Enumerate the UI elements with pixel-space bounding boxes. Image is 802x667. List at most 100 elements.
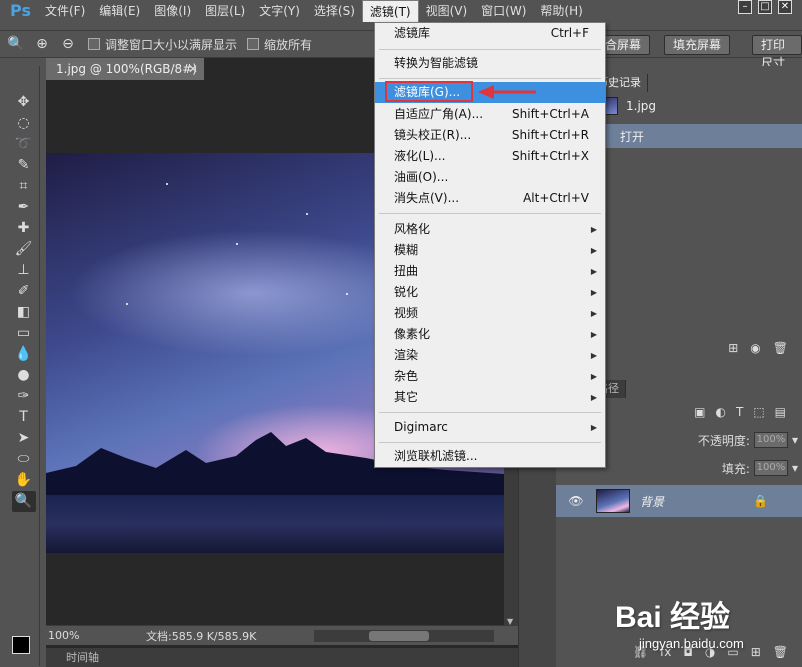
zoom-out-icon[interactable]: ⊖: [58, 34, 78, 54]
quick-select-tool-icon[interactable]: ✎: [12, 155, 36, 176]
menu-layer[interactable]: 图层(L): [198, 0, 252, 22]
minimize-icon[interactable]: –: [738, 0, 752, 14]
menu-item-label: 扭曲: [394, 264, 419, 278]
resize-windows-checkbox[interactable]: [88, 38, 100, 50]
zoom-tool-icon[interactable]: 🔍: [11, 491, 36, 512]
menu-item-convert-smart-filter[interactable]: 转换为智能滤镜: [375, 53, 605, 74]
hand-tool-icon[interactable]: ✋: [12, 470, 36, 491]
healing-tool-icon[interactable]: ✚: [12, 218, 36, 239]
zoom-all-label: 缩放所有: [264, 37, 313, 52]
zoom-all-checkbox[interactable]: [247, 38, 260, 50]
menu-separator: [379, 412, 601, 413]
menu-item-noise[interactable]: 杂色 ▶: [375, 366, 605, 387]
history-brush-tool-icon[interactable]: ✐: [12, 281, 36, 302]
menu-item-stylize[interactable]: 风格化 ▶: [375, 219, 605, 240]
menu-item-label: 杂色: [394, 369, 419, 383]
delete-layer-icon[interactable]: 🗑: [773, 642, 788, 662]
window-controls: – □ ✕: [738, 0, 792, 14]
eraser-tool-icon[interactable]: ◧: [12, 302, 36, 323]
path-select-tool-icon[interactable]: ➤: [12, 428, 36, 449]
eyedropper-tool-icon[interactable]: ✒: [12, 197, 36, 218]
menu-item-adaptive-wide-angle[interactable]: 自适应广角(A)... Shift+Ctrl+A: [375, 104, 605, 125]
menu-window[interactable]: 窗口(W): [474, 0, 533, 22]
menu-item-render[interactable]: 渲染 ▶: [375, 345, 605, 366]
foreground-color-swatch[interactable]: [12, 636, 30, 654]
menu-item-shortcut: Alt+Ctrl+V: [523, 191, 589, 205]
opacity-dropdown-icon[interactable]: ▾: [792, 433, 798, 447]
layer-thumbnail: [596, 489, 630, 513]
menu-item-pixelate[interactable]: 像素化 ▶: [375, 324, 605, 345]
menu-item-vanishing-point[interactable]: 消失点(V)... Alt+Ctrl+V: [375, 188, 605, 209]
menu-type[interactable]: 文字(Y): [252, 0, 307, 22]
submenu-arrow-icon: ▶: [590, 309, 597, 318]
menu-item-label: 油画(O)...: [394, 170, 449, 184]
adjustment-filter-icon[interactable]: ◐: [715, 405, 725, 419]
lasso-tool-icon[interactable]: ➰: [12, 134, 36, 155]
type-tool-icon[interactable]: T: [12, 407, 36, 428]
menu-item-last-filter[interactable]: 滤镜库 Ctrl+F: [375, 23, 605, 44]
fill-dropdown-icon[interactable]: ▾: [792, 461, 798, 475]
camera-icon[interactable]: ◉: [750, 338, 760, 358]
type-filter-icon[interactable]: T: [736, 405, 743, 419]
close-icon[interactable]: ✕: [778, 0, 792, 14]
stamp-tool-icon[interactable]: ⊥: [12, 260, 36, 281]
menu-item-label: 液化(L)...: [394, 149, 446, 163]
menu-item-distort[interactable]: 扭曲 ▶: [375, 261, 605, 282]
marquee-tool-icon[interactable]: ◌: [12, 113, 36, 134]
menu-item-lens-correction[interactable]: 镜头校正(R)... Shift+Ctrl+R: [375, 125, 605, 146]
status-bar: 100% 文档:585.9 K/585.9K: [46, 625, 518, 645]
shape-filter-icon[interactable]: ⬚: [753, 405, 764, 419]
blur-tool-icon[interactable]: 💧: [12, 344, 36, 365]
menu-help[interactable]: 帮助(H): [533, 0, 589, 22]
pen-tool-icon[interactable]: ✑: [12, 386, 36, 407]
menu-view[interactable]: 视图(V): [419, 0, 475, 22]
menu-item-blur[interactable]: 模糊 ▶: [375, 240, 605, 261]
shape-tool-icon[interactable]: ⬭: [12, 449, 36, 470]
dodge-tool-icon[interactable]: ●: [12, 365, 36, 386]
move-tool-icon[interactable]: ✥: [12, 92, 36, 113]
new-layer-icon[interactable]: ⊞: [751, 642, 761, 662]
resize-windows-label: 调整窗口大小以满屏显示: [105, 37, 238, 52]
menu-filter[interactable]: 滤镜(T): [361, 0, 419, 22]
smart-object-filter-icon[interactable]: ▤: [775, 405, 786, 419]
layer-name: 背景: [640, 494, 665, 509]
menu-item-other[interactable]: 其它 ▶: [375, 387, 605, 408]
zoom-level-field[interactable]: 100%: [46, 629, 96, 642]
menu-select[interactable]: 选择(S): [307, 0, 362, 22]
timeline-panel-tab[interactable]: 时间轴: [46, 648, 518, 667]
new-document-icon[interactable]: ⊞: [728, 338, 738, 358]
crop-tool-icon[interactable]: ⌗: [12, 176, 36, 197]
menu-item-video[interactable]: 视频 ▶: [375, 303, 605, 324]
menu-image[interactable]: 图像(I): [147, 0, 198, 22]
opacity-field[interactable]: 100%: [753, 432, 788, 448]
fill-screen-button[interactable]: 填充屏幕: [664, 35, 731, 55]
document-tab-title: 1.jpg @ 100%(RGB/8#): [56, 62, 197, 76]
zoom-tool-icon[interactable]: 🔍: [6, 34, 26, 54]
close-tab-icon[interactable]: ✕: [188, 58, 198, 80]
pixel-filter-icon[interactable]: ▣: [694, 405, 705, 419]
brush-tool-icon[interactable]: 🖌: [12, 239, 36, 260]
zoom-in-icon[interactable]: ⊕: [32, 34, 52, 54]
fill-field[interactable]: 100%: [753, 460, 788, 476]
gradient-tool-icon[interactable]: ▭: [12, 323, 36, 344]
menu-item-liquify[interactable]: 液化(L)... Shift+Ctrl+X: [375, 146, 605, 167]
print-size-button[interactable]: 打印尺寸: [752, 35, 802, 70]
menu-edit[interactable]: 编辑(E): [92, 0, 147, 22]
red-arrow-annotation: [478, 85, 536, 99]
scroll-thumb[interactable]: [369, 631, 429, 641]
menu-item-sharpen[interactable]: 锐化 ▶: [375, 282, 605, 303]
horizontal-scrollbar[interactable]: [314, 630, 494, 642]
menu-item-digimarc[interactable]: Digimarc ▶: [375, 417, 605, 438]
layer-background[interactable]: 👁 背景 🔒: [556, 485, 802, 517]
menu-item-shortcut: Shift+Ctrl+A: [512, 107, 589, 121]
highlight-box-annotation: [385, 81, 473, 102]
trash-icon[interactable]: 🗑: [773, 338, 788, 358]
menu-separator: [379, 442, 601, 443]
maximize-icon[interactable]: □: [758, 0, 772, 14]
menu-item-browse-online-filters[interactable]: 浏览联机滤镜...: [375, 446, 605, 467]
menu-item-label: 滤镜库: [394, 26, 431, 40]
eye-icon[interactable]: 👁: [566, 494, 586, 508]
menu-item-oil-paint[interactable]: 油画(O)...: [375, 167, 605, 188]
document-tab[interactable]: 1.jpg @ 100%(RGB/8#) ✕: [46, 58, 204, 80]
menu-file[interactable]: 文件(F): [38, 0, 92, 22]
